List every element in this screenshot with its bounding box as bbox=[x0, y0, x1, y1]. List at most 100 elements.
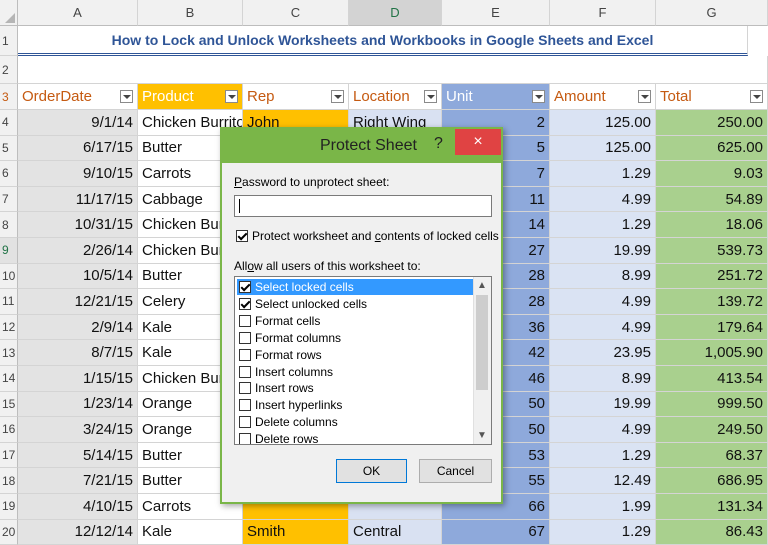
cell-orderdate[interactable]: 3/24/15 bbox=[18, 417, 138, 443]
cell-amount[interactable]: 4.99 bbox=[550, 314, 656, 341]
cell-amount[interactable]: 1.99 bbox=[550, 494, 656, 520]
permission-option[interactable]: Insert hyperlinks bbox=[237, 397, 475, 413]
checkbox-unchecked-icon[interactable] bbox=[239, 382, 251, 395]
cell-total[interactable]: 86.43 bbox=[656, 519, 768, 545]
filter-dropdown-icon[interactable] bbox=[750, 90, 763, 103]
cell-orderdate[interactable]: 1/23/14 bbox=[18, 391, 138, 418]
cell-amount[interactable]: 1.29 bbox=[550, 442, 656, 469]
cell-total[interactable]: 999.50 bbox=[656, 391, 768, 418]
cell-product[interactable]: Kale bbox=[138, 519, 243, 545]
cell-orderdate[interactable]: 2/26/14 bbox=[18, 238, 138, 264]
row-header[interactable]: 18 bbox=[0, 468, 18, 494]
checkbox-unchecked-icon[interactable] bbox=[239, 348, 251, 361]
cell-total[interactable]: 625.00 bbox=[656, 135, 768, 162]
header-product[interactable]: Product bbox=[138, 84, 243, 110]
cell-orderdate[interactable]: 9/10/15 bbox=[18, 161, 138, 187]
row-header[interactable]: 17 bbox=[0, 442, 18, 469]
permission-option[interactable]: Select locked cells bbox=[237, 279, 475, 295]
cell-orderdate[interactable]: 11/17/15 bbox=[18, 186, 138, 213]
cell-amount[interactable]: 8.99 bbox=[550, 263, 656, 290]
checkbox-unchecked-icon[interactable] bbox=[239, 331, 251, 344]
cell-orderdate[interactable]: 2/9/14 bbox=[18, 314, 138, 341]
close-icon[interactable]: × bbox=[455, 129, 501, 155]
cell-orderdate[interactable]: 4/10/15 bbox=[18, 494, 138, 520]
cell-orderdate[interactable]: 6/17/15 bbox=[18, 135, 138, 162]
cell-orderdate[interactable]: 10/5/14 bbox=[18, 263, 138, 290]
column-header-g[interactable]: G bbox=[656, 0, 768, 26]
row-header[interactable]: 4 bbox=[0, 110, 18, 136]
cell-amount[interactable]: 1.29 bbox=[550, 212, 656, 238]
checkbox-unchecked-icon[interactable] bbox=[239, 416, 251, 429]
cell-amount[interactable]: 125.00 bbox=[550, 135, 656, 162]
row-header[interactable]: 20 bbox=[0, 519, 18, 545]
cell-amount[interactable]: 1.29 bbox=[550, 519, 656, 545]
cell-amount[interactable]: 4.99 bbox=[550, 186, 656, 213]
scroll-thumb[interactable] bbox=[476, 295, 488, 390]
checkbox-unchecked-icon[interactable] bbox=[239, 433, 251, 444]
row-header[interactable]: 2 bbox=[0, 56, 18, 84]
cell-orderdate[interactable]: 5/14/15 bbox=[18, 442, 138, 469]
row-header[interactable]: 10 bbox=[0, 263, 18, 290]
cell-total[interactable]: 9.03 bbox=[656, 161, 768, 187]
scroll-up-icon[interactable]: ▲ bbox=[477, 280, 487, 291]
cell-amount[interactable]: 125.00 bbox=[550, 110, 656, 136]
cell-orderdate[interactable]: 12/21/15 bbox=[18, 289, 138, 315]
cell-amount[interactable]: 4.99 bbox=[550, 417, 656, 443]
cell-total[interactable]: 68.37 bbox=[656, 442, 768, 469]
empty-cell[interactable] bbox=[18, 56, 768, 84]
header-rep[interactable]: Rep bbox=[243, 84, 349, 110]
scroll-down-icon[interactable]: ▼ bbox=[477, 430, 487, 441]
column-header-c[interactable]: C bbox=[243, 0, 349, 26]
column-header-a[interactable]: A bbox=[18, 0, 138, 26]
row-header[interactable]: 14 bbox=[0, 366, 18, 392]
row-header[interactable]: 19 bbox=[0, 494, 18, 520]
row-header[interactable]: 9 bbox=[0, 238, 18, 264]
row-header[interactable]: 3 bbox=[0, 84, 18, 110]
permission-option[interactable]: Format rows bbox=[237, 347, 475, 363]
cell-location[interactable]: Central bbox=[349, 519, 442, 545]
cell-total[interactable]: 179.64 bbox=[656, 314, 768, 341]
cell-total[interactable]: 18.06 bbox=[656, 212, 768, 238]
cell-total[interactable]: 131.34 bbox=[656, 494, 768, 520]
checkbox-unchecked-icon[interactable] bbox=[239, 365, 251, 378]
cell-orderdate[interactable]: 12/12/14 bbox=[18, 519, 138, 545]
cell-orderdate[interactable]: 1/15/15 bbox=[18, 366, 138, 392]
permission-option[interactable]: Insert columns bbox=[237, 364, 475, 380]
permission-option[interactable]: Format cells bbox=[237, 313, 475, 329]
dialog-titlebar[interactable]: Protect Sheet ? × bbox=[222, 129, 501, 163]
permission-option[interactable]: Delete rows bbox=[237, 431, 475, 444]
sheet-title[interactable]: How to Lock and Unlock Worksheets and Wo… bbox=[18, 26, 748, 56]
permission-option[interactable]: Insert rows bbox=[237, 380, 475, 396]
cancel-button[interactable]: Cancel bbox=[419, 459, 492, 483]
permission-option[interactable]: Select unlocked cells bbox=[237, 296, 475, 312]
cell-orderdate[interactable]: 7/21/15 bbox=[18, 468, 138, 494]
column-header-d[interactable]: D bbox=[349, 0, 442, 26]
cell-amount[interactable]: 19.99 bbox=[550, 391, 656, 418]
cell-total[interactable]: 249.50 bbox=[656, 417, 768, 443]
checkbox-checked-icon[interactable] bbox=[239, 297, 251, 310]
cell-total[interactable]: 413.54 bbox=[656, 366, 768, 392]
checkbox-checked-icon[interactable] bbox=[239, 281, 251, 293]
permission-option[interactable]: Format columns bbox=[237, 330, 475, 346]
checkbox-checked-icon[interactable] bbox=[236, 230, 248, 242]
column-header-b[interactable]: B bbox=[138, 0, 243, 26]
header-total[interactable]: Total bbox=[656, 84, 768, 110]
checkbox-unchecked-icon[interactable] bbox=[239, 399, 251, 412]
cell-orderdate[interactable]: 10/31/15 bbox=[18, 212, 138, 238]
header-unit[interactable]: Unit bbox=[442, 84, 550, 110]
cell-amount[interactable]: 19.99 bbox=[550, 238, 656, 264]
row-header[interactable]: 16 bbox=[0, 417, 18, 443]
list-scrollbar[interactable]: ▲ ▼ bbox=[473, 277, 491, 444]
row-header[interactable]: 1 bbox=[0, 26, 18, 56]
filter-dropdown-icon[interactable] bbox=[424, 90, 437, 103]
cell-amount[interactable]: 8.99 bbox=[550, 366, 656, 392]
cell-total[interactable]: 250.00 bbox=[656, 110, 768, 136]
cell-total[interactable]: 139.72 bbox=[656, 289, 768, 315]
column-header-f[interactable]: F bbox=[550, 0, 656, 26]
cell-orderdate[interactable]: 9/1/14 bbox=[18, 110, 138, 136]
row-header[interactable]: 6 bbox=[0, 161, 18, 187]
cell-total[interactable]: 539.73 bbox=[656, 238, 768, 264]
filter-dropdown-icon[interactable] bbox=[638, 90, 651, 103]
header-amount[interactable]: Amount bbox=[550, 84, 656, 110]
filter-dropdown-icon[interactable] bbox=[532, 90, 545, 103]
